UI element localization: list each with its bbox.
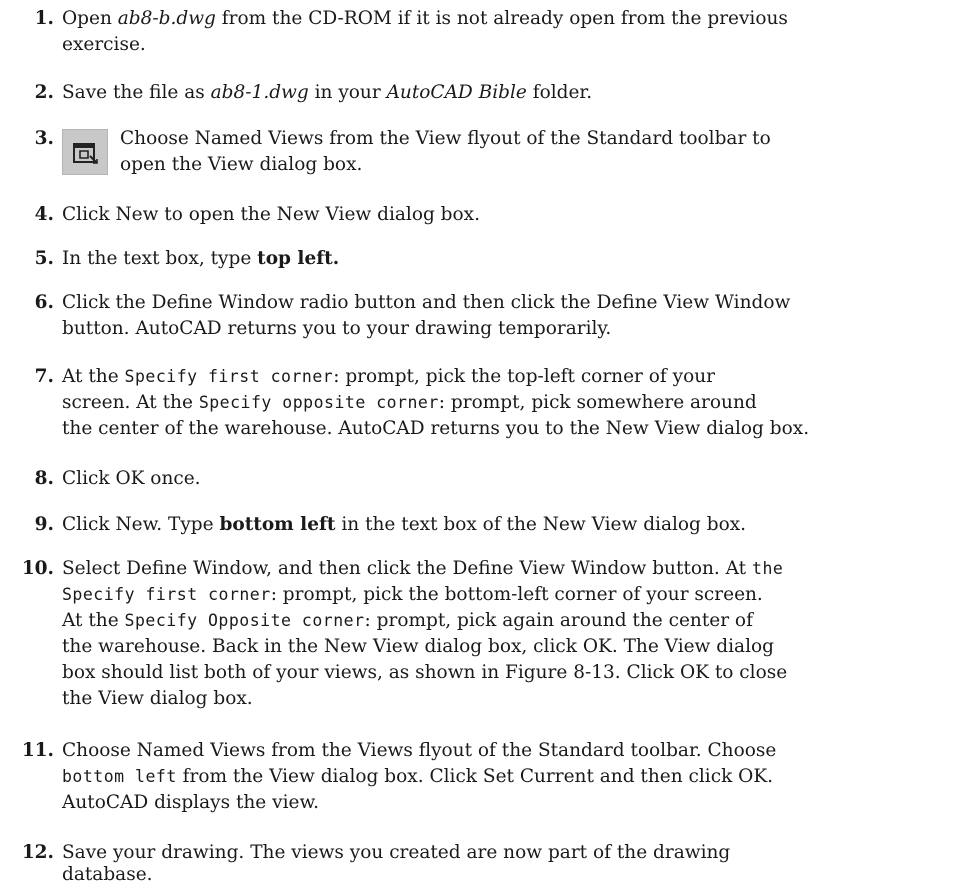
command-prompt: the bbox=[752, 559, 784, 578]
step-text-line: bottom left from the View dialog box. Cl… bbox=[62, 766, 774, 787]
step-number: 8. bbox=[34, 468, 54, 489]
filename: ab8-b.dwg bbox=[117, 8, 216, 29]
step-text-line: screen. At the Specify opposite corner: … bbox=[62, 392, 757, 413]
step-text-line: Select Define Window, and then click the… bbox=[62, 558, 784, 579]
named-views-glyph bbox=[73, 143, 98, 164]
step-text-line: button. AutoCAD returns you to your draw… bbox=[62, 318, 612, 339]
step-number: 9. bbox=[34, 514, 54, 535]
step-text-line: Save your drawing. The views you created… bbox=[62, 842, 731, 863]
step-number: 2. bbox=[34, 82, 54, 103]
step-text-line: Choose Named Views from the View flyout … bbox=[120, 128, 771, 149]
step-number: 12. bbox=[21, 842, 54, 863]
step-text-line: AutoCAD displays the view. bbox=[62, 792, 319, 813]
step-number: 6. bbox=[34, 292, 54, 313]
step-text-line: open the View dialog box. bbox=[120, 154, 363, 175]
step-number: 3. bbox=[34, 128, 54, 149]
step-text-line: Specify first corner: prompt, pick the b… bbox=[62, 584, 763, 605]
named-views-icon bbox=[62, 129, 108, 175]
step-text-line: database. bbox=[62, 864, 153, 885]
command-prompt: Specify opposite corner bbox=[198, 393, 439, 412]
step-text-line: Click New to open the New View dialog bo… bbox=[62, 204, 480, 225]
step-text-line: In the text box, type top left. bbox=[62, 248, 340, 269]
step-text-line: box should list both of your views, as s… bbox=[62, 662, 788, 683]
view-name: bottom left bbox=[62, 767, 177, 786]
exercise-steps: 1. Open ab8-b.dwg from the CD-ROM if it … bbox=[0, 0, 954, 892]
step-text-line: Open ab8-b.dwg from the CD-ROM if it is … bbox=[62, 8, 788, 29]
typed-input: top left. bbox=[257, 248, 340, 269]
command-prompt: Specify first corner bbox=[62, 585, 271, 604]
typed-input: bottom left bbox=[219, 514, 336, 535]
step-text-line: Click the Define Window radio button and… bbox=[62, 292, 791, 313]
step-number: 10. bbox=[21, 558, 54, 579]
command-prompt: Specify Opposite corner bbox=[124, 611, 365, 630]
step-number: 4. bbox=[34, 204, 54, 225]
step-number: 1. bbox=[34, 8, 54, 29]
step-text-line: exercise. bbox=[62, 34, 146, 55]
step-text-line: Click OK once. bbox=[62, 468, 201, 489]
folder-name: AutoCAD Bible bbox=[386, 82, 527, 103]
step-text-line: Choose Named Views from the Views flyout… bbox=[62, 740, 777, 761]
step-text-line: At the Specify Opposite corner: prompt, … bbox=[62, 610, 753, 631]
command-prompt: Specify first corner bbox=[124, 367, 334, 386]
step-text-line: the View dialog box. bbox=[62, 688, 253, 709]
filename: ab8-1.dwg bbox=[210, 82, 309, 103]
step-text-line: the warehouse. Back in the New View dial… bbox=[62, 636, 774, 657]
step-text-line: the center of the warehouse. AutoCAD ret… bbox=[62, 418, 810, 439]
step-text-line: At the Specify first corner: prompt, pic… bbox=[62, 366, 715, 387]
step-number: 5. bbox=[34, 248, 54, 269]
step-number: 11. bbox=[21, 740, 54, 761]
step-number: 7. bbox=[34, 366, 54, 387]
step-text-line: Save the file as ab8-1.dwg in your AutoC… bbox=[62, 82, 593, 103]
step-text-line: Click New. Type bottom left in the text … bbox=[62, 514, 747, 535]
